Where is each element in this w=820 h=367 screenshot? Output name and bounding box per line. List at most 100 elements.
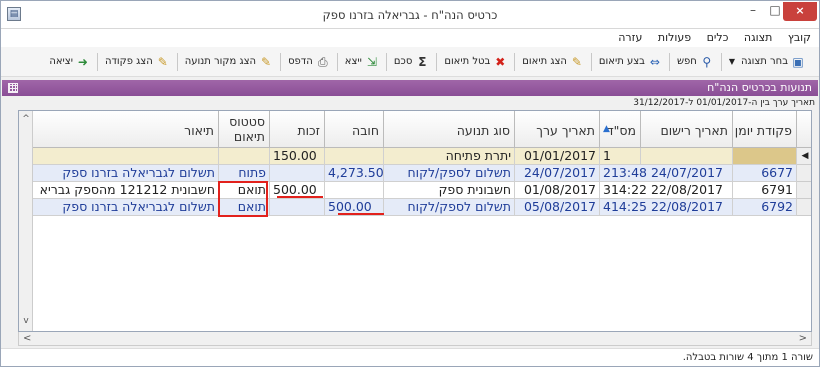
cell-value-date: 01/01/2017 bbox=[515, 148, 600, 165]
menu-help[interactable]: עזרה bbox=[618, 29, 642, 47]
row-indicator bbox=[797, 199, 811, 216]
cancel-match-label: בטל תיאום bbox=[444, 56, 491, 67]
cancel-match-button[interactable]: ✖ בטל תיאום bbox=[440, 51, 511, 73]
select-view-button[interactable]: ▣ בחר תצוגה ▼ bbox=[725, 51, 809, 73]
debit-underline bbox=[338, 213, 384, 215]
sum-button[interactable]: Σ סכם bbox=[390, 51, 433, 73]
cell-move-type: תשלום לספק/לקוח bbox=[384, 199, 515, 216]
sum-label: סכם bbox=[393, 56, 413, 67]
cell-desc: תשלום לגבריאלה בזרנו ספק bbox=[33, 165, 219, 182]
menu-actions[interactable]: פעולות bbox=[658, 29, 691, 47]
credit-underline bbox=[277, 196, 323, 198]
scroll-left-icon[interactable]: < bbox=[23, 332, 31, 346]
separator bbox=[720, 52, 722, 71]
print-button[interactable]: ⎙ הדפס bbox=[284, 51, 334, 73]
toolbar: ▣ בחר תצוגה ▼ ⚲ חפש ⇔ בצע תיאום ✎ הצג תי… bbox=[1, 47, 819, 77]
cell-entry: 6677 bbox=[733, 165, 797, 182]
exit-label: יציאה bbox=[49, 56, 73, 67]
cell-move-type: חשבונית ספק bbox=[384, 182, 515, 199]
table-row[interactable]: 6792 414:25 22/08/2017 05/08/2017 תשלום … bbox=[19, 199, 811, 216]
source-icon: ✎ bbox=[261, 54, 272, 69]
match-icon: ⇔ bbox=[649, 54, 660, 69]
table-row[interactable]: 6791 314:22 22/08/2017 01/08/2017 חשבוני… bbox=[19, 182, 811, 199]
row-pointer-icon: ◀ bbox=[797, 148, 811, 165]
vertical-scrollbar[interactable]: ^ v bbox=[19, 111, 33, 331]
do-match-button[interactable]: ⇔ בצע תיאום bbox=[595, 51, 666, 73]
minimize-button[interactable]: – bbox=[742, 1, 764, 21]
app-window: ▤ כרטיס הנה"ח - גבריאלה בזרנו ספק – □ × … bbox=[0, 0, 820, 367]
show-entry-label: הצג פקודה bbox=[104, 56, 153, 67]
horizontal-scrollbar[interactable]: < > bbox=[18, 332, 812, 346]
show-entry-button[interactable]: ✎ הצג פקודה bbox=[101, 51, 174, 73]
col-header-debit[interactable]: חובה bbox=[325, 111, 384, 148]
cell-status: פתוח bbox=[219, 165, 270, 182]
do-match-label: בצע תיאום bbox=[598, 56, 645, 67]
separator bbox=[96, 52, 98, 71]
sum-icon: Σ bbox=[418, 54, 427, 69]
transactions-grid[interactable]: פקודת יומן תאריך רישום מס"ד ▲ תאריך ערך ס… bbox=[18, 110, 812, 332]
menu-bar: קובץ תצוגה כלים פעולות עזרה bbox=[1, 29, 819, 47]
search-label: חפש bbox=[676, 56, 697, 67]
grid-icon[interactable] bbox=[8, 83, 18, 93]
close-button[interactable]: × bbox=[783, 2, 817, 21]
col-header-reg-date[interactable]: תאריך רישום bbox=[641, 111, 733, 148]
cell-credit: 150.00 bbox=[270, 148, 325, 165]
entry-icon: ✎ bbox=[157, 54, 168, 69]
separator bbox=[590, 52, 592, 71]
search-button[interactable]: ⚲ חפש bbox=[673, 51, 718, 73]
cell-reg-date: 414:25 22/08/2017 bbox=[600, 199, 733, 216]
separator bbox=[336, 52, 338, 71]
cell-move-type: תשלום לספק/לקוח bbox=[384, 165, 515, 182]
cell-credit bbox=[270, 165, 325, 182]
col-header-status[interactable]: סטטוס תיאום bbox=[219, 111, 270, 148]
show-match-icon: ✎ bbox=[571, 54, 582, 69]
cell-value-date: 05/08/2017 bbox=[515, 199, 600, 216]
cell-reg-date bbox=[641, 148, 733, 165]
window-title: כרטיס הנה"ח - גבריאלה בזרנו ספק bbox=[322, 8, 498, 22]
table-row[interactable]: 6677 213:48 24/07/2017 24/07/2017 תשלום … bbox=[19, 165, 811, 182]
cell-debit bbox=[325, 182, 384, 199]
status-highlight-box bbox=[218, 181, 268, 217]
show-match-label: הצג תיאום bbox=[522, 56, 567, 67]
row-indicator bbox=[797, 165, 811, 182]
show-match-button[interactable]: ✎ הצג תיאום bbox=[518, 51, 588, 73]
scroll-down-icon[interactable]: v bbox=[19, 313, 33, 329]
export-label: ייצא bbox=[344, 56, 362, 67]
status-bar: שורה 1 מתוך 4 שורות בטבלה. bbox=[1, 348, 819, 366]
view-icon: ▣ bbox=[792, 54, 804, 69]
export-icon: ⇲ bbox=[366, 54, 377, 69]
cell-entry: 6791 bbox=[733, 182, 797, 199]
menu-tools[interactable]: כלים bbox=[707, 29, 729, 47]
separator bbox=[668, 52, 670, 71]
sort-asc-icon: ▲ bbox=[603, 124, 610, 134]
cell-desc: חשבונית 121212 מהספק גבריא bbox=[33, 182, 219, 199]
cell-reg-date: 314:22 22/08/2017 bbox=[600, 182, 733, 199]
chevron-down-icon: ▼ bbox=[728, 57, 735, 66]
show-source-button[interactable]: ✎ הצג מקור תנועה bbox=[181, 51, 277, 73]
cell-debit bbox=[325, 148, 384, 165]
cell-desc: תשלום לגבריאלה בזרנו ספק bbox=[33, 199, 219, 216]
section-title: תנועות בכרטיס הנה"ח bbox=[707, 81, 812, 94]
scroll-up-icon[interactable]: ^ bbox=[19, 111, 33, 127]
separator bbox=[514, 52, 516, 71]
scroll-right-icon[interactable]: > bbox=[799, 332, 807, 346]
export-button[interactable]: ⇲ ייצא bbox=[341, 51, 383, 73]
col-header-value-date[interactable]: תאריך ערך bbox=[515, 111, 600, 148]
col-header-entry[interactable]: פקודת יומן bbox=[733, 111, 797, 148]
col-header-move-type[interactable]: סוג תנועה bbox=[384, 111, 515, 148]
cell-reg-date: 213:48 24/07/2017 bbox=[600, 165, 733, 182]
exit-button[interactable]: ➜ יציאה bbox=[45, 51, 94, 73]
cell-debit: 4,273.50 bbox=[325, 165, 384, 182]
separator bbox=[176, 52, 178, 71]
title-bar: ▤ כרטיס הנה"ח - גבריאלה בזרנו ספק – □ × bbox=[1, 1, 819, 29]
menu-view[interactable]: תצוגה bbox=[744, 29, 772, 47]
menu-file[interactable]: קובץ bbox=[788, 29, 811, 47]
cell-serial: 1 bbox=[600, 148, 641, 165]
col-header-serial[interactable]: מס"ד ▲ bbox=[600, 111, 641, 148]
col-header-desc[interactable]: תיאור bbox=[33, 111, 219, 148]
separator bbox=[280, 52, 282, 71]
col-header-credit[interactable]: זכות bbox=[270, 111, 325, 148]
cell-entry: 6792 bbox=[733, 199, 797, 216]
search-icon: ⚲ bbox=[702, 54, 712, 69]
table-row[interactable]: 1 01/01/2017 יתרת פתיחה 150.00 ◀ bbox=[19, 148, 811, 165]
